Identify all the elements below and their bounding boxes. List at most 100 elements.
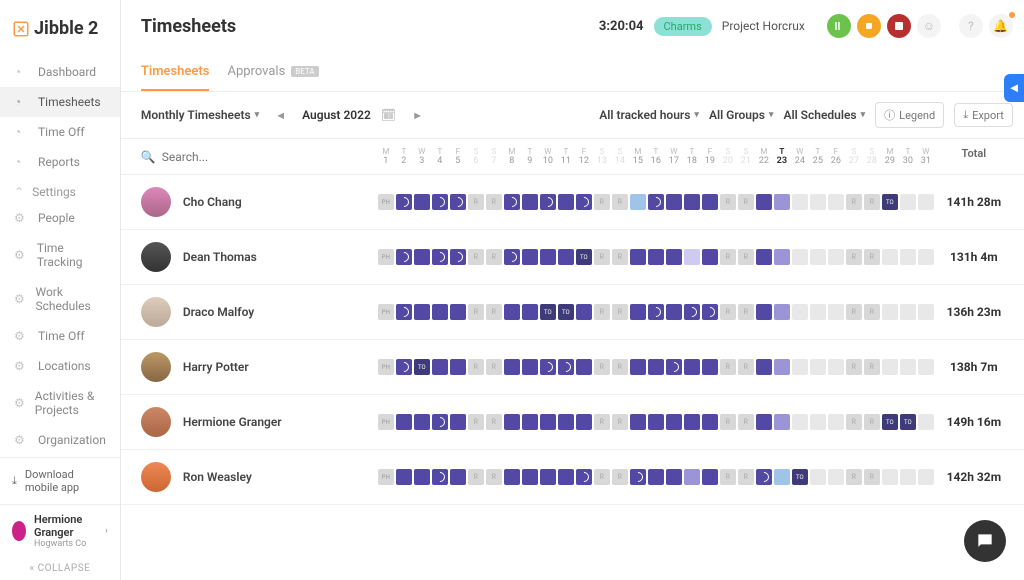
help-button[interactable]: ? <box>959 14 983 38</box>
day-cell[interactable] <box>648 249 664 265</box>
day-cell[interactable]: PH <box>378 359 394 375</box>
day-cell[interactable] <box>918 359 934 375</box>
day-cell[interactable] <box>702 249 718 265</box>
day-cell[interactable] <box>774 359 790 375</box>
day-cell[interactable]: R <box>738 249 754 265</box>
day-cell[interactable] <box>648 469 664 485</box>
avatar[interactable] <box>141 297 171 327</box>
day-cell[interactable]: PH <box>378 194 394 210</box>
day-cell[interactable] <box>648 304 664 320</box>
day-cell[interactable] <box>396 194 412 210</box>
calendar-icon[interactable]: 🗓 <box>381 108 396 122</box>
prev-period[interactable]: ◄ <box>269 109 292 122</box>
day-cell[interactable] <box>810 469 826 485</box>
day-cell[interactable]: R <box>486 414 502 430</box>
day-cell[interactable] <box>792 414 808 430</box>
day-cell[interactable] <box>810 304 826 320</box>
day-cell[interactable]: R <box>468 194 484 210</box>
day-cell[interactable]: R <box>738 194 754 210</box>
day-cell[interactable] <box>900 194 916 210</box>
day-cell[interactable] <box>432 304 448 320</box>
day-cell[interactable] <box>450 249 466 265</box>
day-cell[interactable] <box>504 359 520 375</box>
day-cell[interactable]: R <box>468 414 484 430</box>
day-cell[interactable] <box>522 194 538 210</box>
day-cell[interactable] <box>702 359 718 375</box>
day-cell[interactable]: TO <box>576 249 592 265</box>
day-cell[interactable] <box>504 194 520 210</box>
day-cell[interactable] <box>666 249 682 265</box>
day-cell[interactable]: R <box>612 359 628 375</box>
day-cell[interactable] <box>828 469 844 485</box>
day-cell[interactable] <box>450 194 466 210</box>
day-cell[interactable] <box>666 194 682 210</box>
next-period[interactable]: ► <box>406 109 429 122</box>
day-cell[interactable]: R <box>594 304 610 320</box>
day-cell[interactable] <box>576 469 592 485</box>
day-cell[interactable] <box>810 249 826 265</box>
day-cell[interactable] <box>414 249 430 265</box>
day-cell[interactable] <box>396 469 412 485</box>
day-cell[interactable] <box>792 194 808 210</box>
settings-item-activities-projects[interactable]: ⚙Activities & Projects <box>0 381 120 425</box>
day-cell[interactable] <box>648 194 664 210</box>
day-cell[interactable]: R <box>612 469 628 485</box>
day-cell[interactable]: R <box>864 249 880 265</box>
day-cell[interactable] <box>702 414 718 430</box>
day-cell[interactable] <box>702 469 718 485</box>
day-cell[interactable]: R <box>846 304 862 320</box>
settings-item-organization[interactable]: ⚙Organization <box>0 425 120 455</box>
day-cell[interactable]: R <box>720 359 736 375</box>
day-cell[interactable]: R <box>468 249 484 265</box>
day-cell[interactable] <box>432 414 448 430</box>
day-cell[interactable] <box>684 359 700 375</box>
day-cell[interactable]: R <box>612 194 628 210</box>
day-cell[interactable] <box>558 414 574 430</box>
day-cell[interactable] <box>576 359 592 375</box>
nav-item-reports[interactable]: ◔Reports <box>0 147 120 177</box>
day-cell[interactable] <box>630 194 646 210</box>
day-cell[interactable] <box>450 359 466 375</box>
nav-item-time-off[interactable]: ◔Time Off <box>0 117 120 147</box>
day-cell[interactable]: R <box>468 359 484 375</box>
day-cell[interactable] <box>756 304 772 320</box>
day-cell[interactable] <box>558 359 574 375</box>
day-cell[interactable]: R <box>720 469 736 485</box>
day-cell[interactable]: R <box>738 304 754 320</box>
day-cell[interactable] <box>918 469 934 485</box>
day-cell[interactable] <box>648 414 664 430</box>
sidebar-user[interactable]: Hermione Granger Hogwarts Co › <box>0 504 120 557</box>
day-cell[interactable]: TO <box>558 304 574 320</box>
day-cell[interactable] <box>810 194 826 210</box>
day-cell[interactable] <box>630 359 646 375</box>
day-cell[interactable]: R <box>486 359 502 375</box>
day-cell[interactable]: R <box>594 469 610 485</box>
person-name[interactable]: Harry Potter <box>183 360 249 374</box>
day-cell[interactable] <box>918 194 934 210</box>
stop-button[interactable] <box>887 14 911 38</box>
day-cell[interactable] <box>828 304 844 320</box>
day-cell[interactable]: R <box>594 414 610 430</box>
filter-hours[interactable]: All tracked hours▾ <box>599 108 699 122</box>
day-cell[interactable] <box>666 469 682 485</box>
day-cell[interactable] <box>774 469 790 485</box>
day-cell[interactable]: TO <box>882 194 898 210</box>
avatar[interactable] <box>141 242 171 272</box>
day-cell[interactable] <box>414 304 430 320</box>
day-cell[interactable]: R <box>612 414 628 430</box>
day-cell[interactable] <box>756 469 772 485</box>
day-cell[interactable] <box>540 194 556 210</box>
day-cell[interactable] <box>828 249 844 265</box>
day-cell[interactable]: R <box>864 359 880 375</box>
day-cell[interactable] <box>792 359 808 375</box>
avatar[interactable] <box>141 352 171 382</box>
day-cell[interactable] <box>414 194 430 210</box>
day-cell[interactable] <box>684 249 700 265</box>
filter-schedules[interactable]: All Schedules▾ <box>783 108 865 122</box>
day-cell[interactable] <box>630 414 646 430</box>
day-cell[interactable]: PH <box>378 414 394 430</box>
collapse-sidebar[interactable]: « COLLAPSE <box>0 557 120 580</box>
day-cell[interactable] <box>882 249 898 265</box>
day-cell[interactable] <box>756 359 772 375</box>
filter-groups[interactable]: All Groups▾ <box>709 108 774 122</box>
